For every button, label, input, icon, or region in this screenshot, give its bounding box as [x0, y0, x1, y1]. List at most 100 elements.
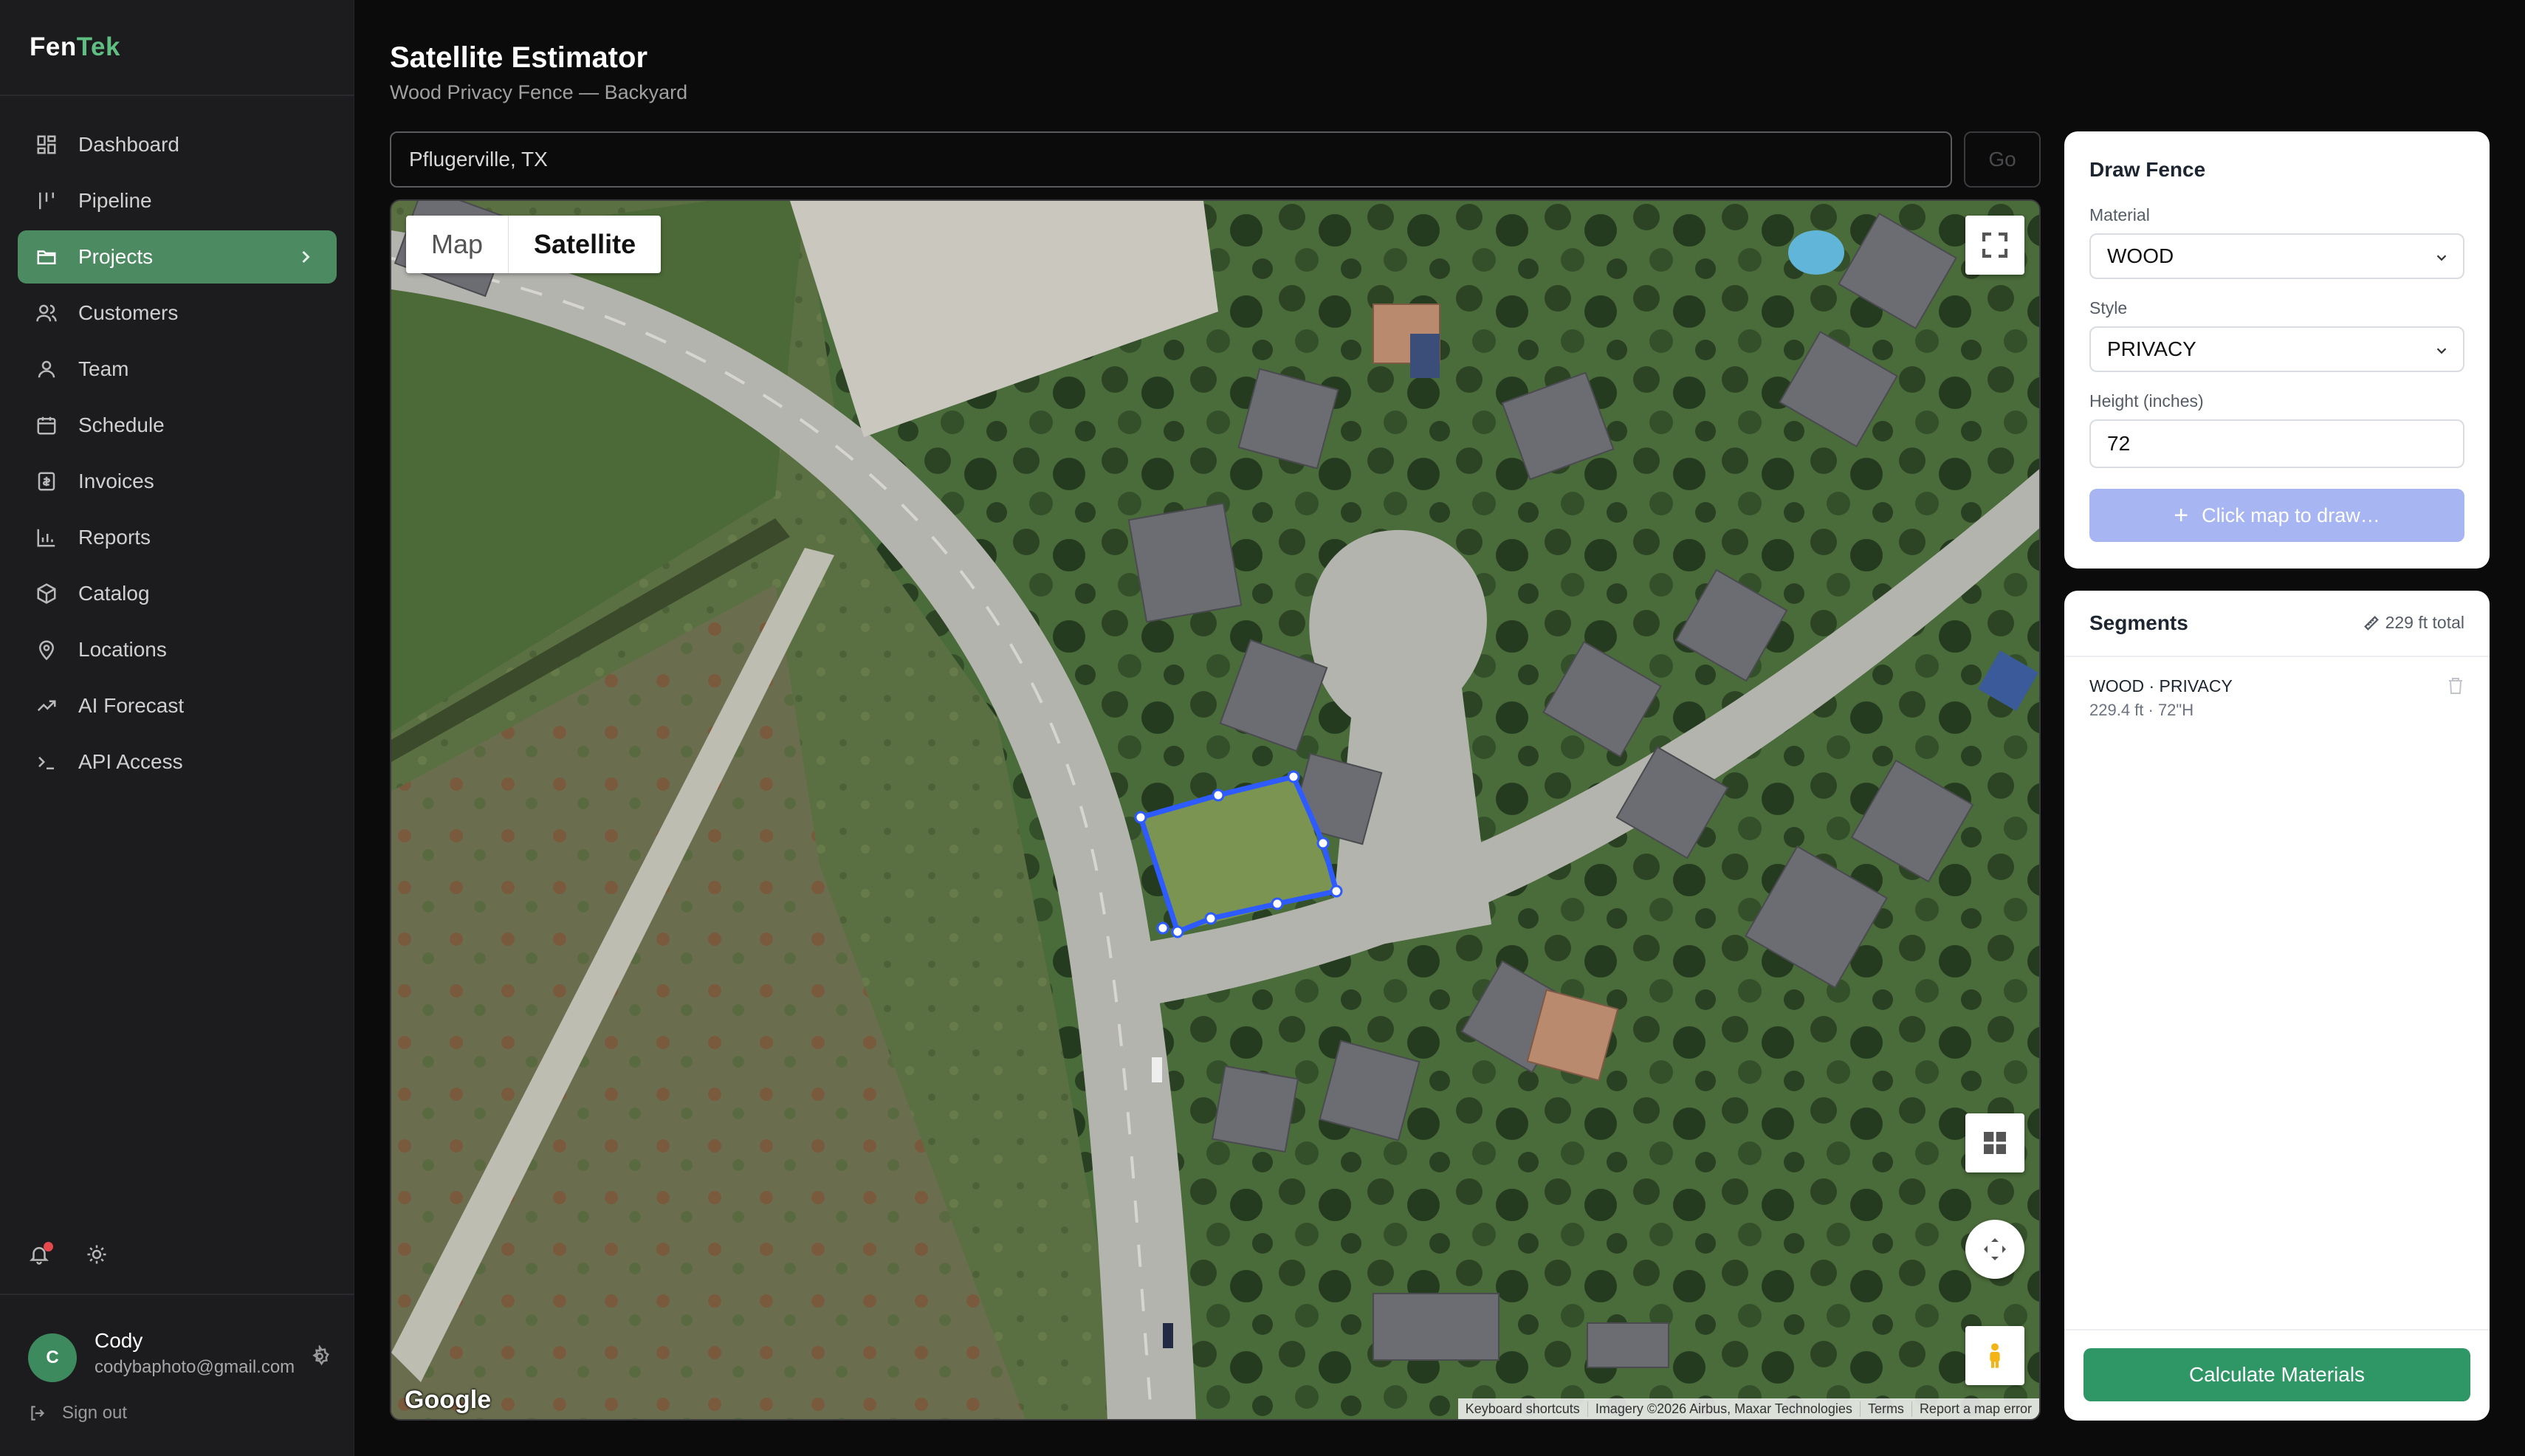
- sidebar-item-label: Catalog: [78, 582, 150, 605]
- segment-list-item[interactable]: WOOD · PRIVACY 229.4 ft · 72"H: [2089, 676, 2464, 728]
- segment-title: WOOD · PRIVACY: [2089, 676, 2233, 696]
- chevron-right-icon: [295, 247, 316, 267]
- sidebar-item-label: Customers: [78, 301, 179, 324]
- notification-badge: [44, 1242, 53, 1251]
- sidebar-item-invoices[interactable]: Invoices: [18, 455, 337, 508]
- chevron-down-icon: [2436, 255, 2447, 261]
- terms-link[interactable]: Terms: [1861, 1401, 1912, 1417]
- go-button[interactable]: Go: [1964, 131, 2041, 188]
- box-icon: [35, 583, 58, 605]
- sidebar-item-customers[interactable]: Customers: [18, 286, 337, 340]
- pegman-icon: [1990, 1343, 2000, 1368]
- map-type-satellite-button[interactable]: Satellite: [508, 216, 661, 273]
- sidebar-item-label: Dashboard: [78, 133, 179, 156]
- settings-button[interactable]: [309, 1344, 331, 1367]
- sidebar-item-label: Projects: [78, 245, 154, 268]
- draw-fence-button[interactable]: + Click map to draw…: [2089, 489, 2464, 542]
- segments-total-value: 229 ft total: [2385, 613, 2464, 632]
- height-input[interactable]: 72: [2089, 419, 2464, 468]
- users-icon: [35, 302, 58, 324]
- pipeline-icon: [35, 190, 58, 212]
- satellite-map[interactable]: Map Satellite Google Keyboard shortcuts …: [390, 199, 2041, 1421]
- keyboard-shortcuts-link[interactable]: Keyboard shortcuts: [1458, 1401, 1588, 1417]
- folder-icon: [35, 246, 58, 268]
- satellite-imagery: [391, 201, 2039, 1419]
- fullscreen-icon: [1982, 232, 2008, 258]
- sidebar-item-label: Pipeline: [78, 189, 152, 212]
- user-name: Cody: [95, 1329, 143, 1352]
- material-select[interactable]: WOOD: [2089, 233, 2464, 279]
- user-email: codybaphoto@gmail.com: [95, 1357, 295, 1377]
- notifications-button[interactable]: [28, 1242, 53, 1268]
- style-value: PRIVACY: [2107, 337, 2196, 360]
- sun-icon: [87, 1245, 106, 1264]
- sidebar-item-catalog[interactable]: Catalog: [18, 567, 337, 620]
- bar-chart-icon: [35, 526, 58, 549]
- sidebar-item-team[interactable]: Team: [18, 343, 337, 396]
- invoice-icon: [35, 470, 58, 492]
- grid-layers-icon: [1984, 1132, 2006, 1154]
- sidebar-tools: [28, 1242, 111, 1268]
- fullscreen-button[interactable]: [1965, 216, 2024, 275]
- material-label: Material: [2089, 205, 2150, 224]
- sidebar-item-dashboard[interactable]: Dashboard: [18, 118, 337, 171]
- segments-panel: Segments 229 ft total WOOD · PRIVACY 229…: [2064, 591, 2490, 1421]
- location-search-input[interactable]: [390, 131, 1952, 188]
- theme-toggle-button[interactable]: [86, 1243, 111, 1268]
- logout-icon: [31, 1406, 45, 1421]
- google-logo: Google: [405, 1386, 492, 1414]
- sidebar-item-projects[interactable]: Projects: [18, 230, 337, 284]
- sidebar-item-label: Invoices: [78, 470, 154, 492]
- trash-icon: [2449, 678, 2462, 694]
- brand-logo[interactable]: FenTek: [30, 32, 120, 62]
- street-view-pegman-button[interactable]: [1965, 1326, 2024, 1385]
- sidebar-item-schedule[interactable]: Schedule: [18, 399, 337, 452]
- calculate-materials-button[interactable]: Calculate Materials: [2083, 1348, 2470, 1401]
- sidebar: FenTek Dashboard Pipeline Projects Custo…: [0, 0, 354, 1456]
- chevron-down-icon: [2436, 348, 2447, 354]
- sign-out-button[interactable]: Sign out: [28, 1403, 127, 1424]
- sidebar-item-locations[interactable]: Locations: [18, 623, 337, 676]
- plus-icon: +: [2174, 501, 2189, 529]
- sign-out-label: Sign out: [62, 1403, 128, 1423]
- segment-meta: 229.4 ft · 72"H: [2089, 701, 2194, 719]
- sidebar-item-label: Reports: [78, 526, 151, 549]
- panel-title: Draw Fence: [2089, 158, 2206, 181]
- trend-icon: [35, 695, 58, 717]
- sidebar-item-ai-forecast[interactable]: AI Forecast: [18, 679, 337, 732]
- sidebar-item-label: Locations: [78, 638, 167, 661]
- divider: [0, 1294, 354, 1295]
- sidebar-item-label: Schedule: [78, 413, 165, 436]
- map-attribution: Keyboard shortcuts Imagery ©2026 Airbus,…: [1457, 1398, 2039, 1419]
- pan-control-button[interactable]: [1965, 1220, 2024, 1279]
- calendar-icon: [35, 414, 58, 436]
- page-title: Satellite Estimator: [390, 41, 648, 74]
- style-select[interactable]: PRIVACY: [2089, 326, 2464, 372]
- sidebar-item-label: AI Forecast: [78, 694, 185, 717]
- gear-icon: [312, 1344, 329, 1366]
- page-subtitle: Wood Privacy Fence — Backyard: [390, 81, 688, 103]
- ruler-icon: [2363, 615, 2379, 631]
- pan-arrows-icon: [1984, 1238, 2006, 1260]
- divider: [0, 95, 354, 96]
- draw-button-label: Click map to draw…: [2202, 504, 2380, 526]
- grid-icon: [35, 134, 58, 156]
- segments-total: 229 ft total: [2363, 613, 2464, 633]
- delete-segment-button[interactable]: [2447, 676, 2464, 696]
- sidebar-item-api-access[interactable]: API Access: [18, 735, 337, 789]
- pin-icon: [35, 639, 58, 661]
- user-profile[interactable]: C Cody codybaphoto@gmail.com: [28, 1328, 338, 1387]
- sidebar-item-label: API Access: [78, 750, 183, 773]
- terminal-icon: [35, 751, 58, 773]
- draw-fence-panel: Draw Fence Material WOOD Style PRIVACY H…: [2064, 131, 2490, 569]
- divider: [2064, 656, 2490, 657]
- divider: [2064, 1329, 2490, 1330]
- sidebar-item-reports[interactable]: Reports: [18, 511, 337, 564]
- map-type-map-button[interactable]: Map: [406, 216, 508, 273]
- user-icon: [35, 358, 58, 380]
- report-error-link[interactable]: Report a map error: [1912, 1401, 2039, 1417]
- map-layers-button[interactable]: [1965, 1113, 2024, 1172]
- sidebar-item-pipeline[interactable]: Pipeline: [18, 174, 337, 227]
- material-value: WOOD: [2107, 244, 2174, 267]
- avatar: C: [28, 1333, 77, 1382]
